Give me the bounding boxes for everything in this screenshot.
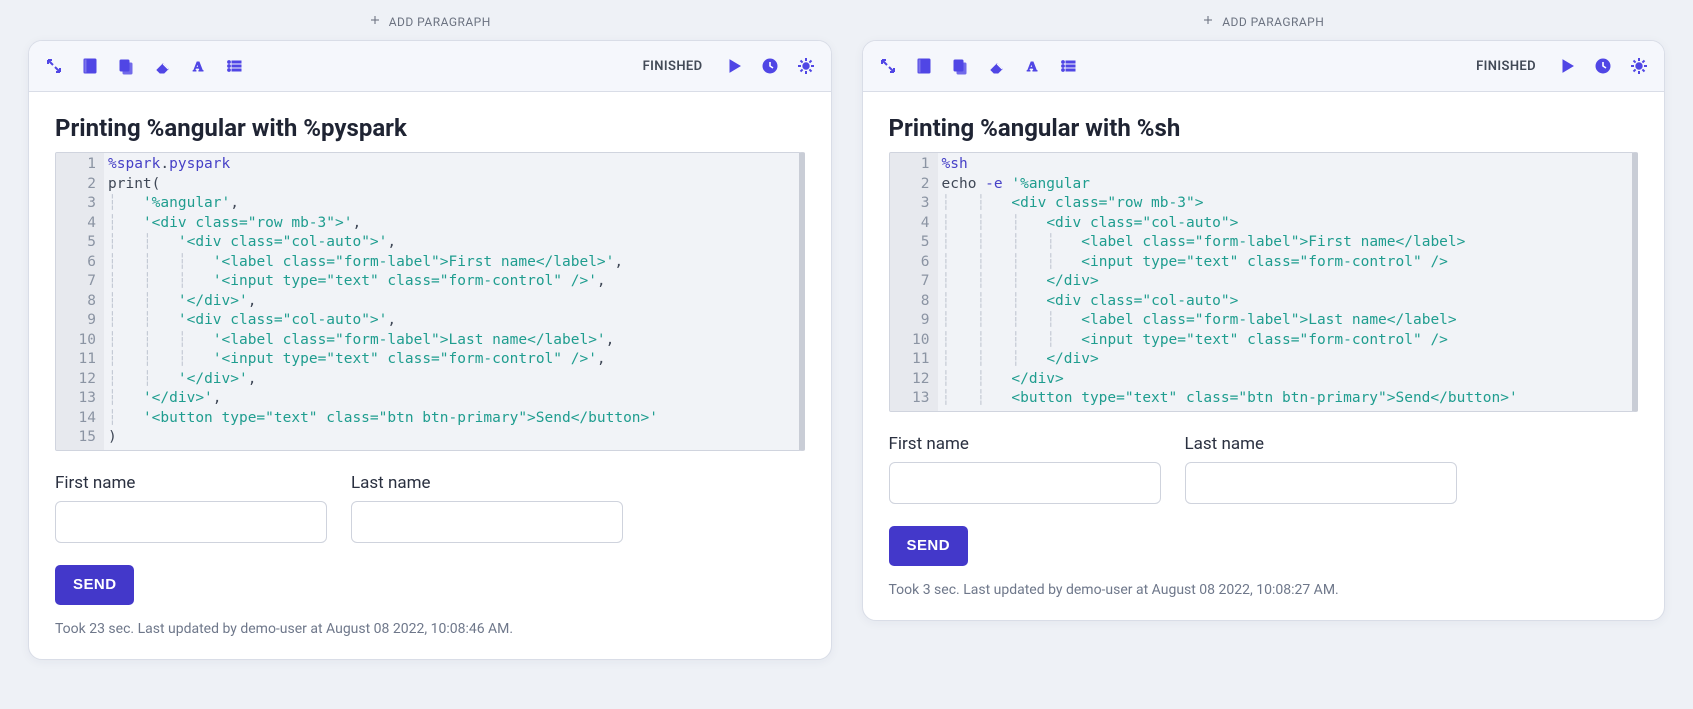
paragraph-body: Printing %angular with %pyspark 12345678…	[29, 92, 831, 659]
form-group-first: First name	[55, 473, 327, 543]
copy-icon[interactable]	[951, 57, 969, 75]
book-icon[interactable]	[915, 57, 933, 75]
right-toolbar: FINISHED	[1476, 57, 1648, 75]
paragraph-card: FINISHED Printing %angular with %sh 1234…	[862, 40, 1666, 621]
paragraph-title: Printing %angular with %sh	[889, 114, 1639, 142]
gear-icon[interactable]	[1630, 57, 1648, 75]
font-icon[interactable]	[1023, 57, 1041, 75]
left-toolbar	[45, 57, 243, 75]
eraser-icon[interactable]	[987, 57, 1005, 75]
book-icon[interactable]	[81, 57, 99, 75]
last-name-input[interactable]	[351, 501, 623, 543]
code-editor[interactable]: 12345678910111213 %shecho -e '%angular┆ …	[889, 152, 1639, 412]
output-form: First name Last name	[55, 473, 805, 543]
clock-icon[interactable]	[1594, 57, 1612, 75]
send-button[interactable]: SEND	[55, 565, 134, 605]
paragraph-column: ADD PARAGRAPH FINISHED	[862, 8, 1666, 660]
paragraph-toolbar: FINISHED	[29, 41, 831, 92]
execution-footer: Took 3 sec. Last updated by demo-user at…	[889, 582, 1639, 598]
add-paragraph-button[interactable]: ADD PARAGRAPH	[28, 8, 832, 40]
last-name-label: Last name	[351, 473, 623, 493]
add-paragraph-label: ADD PARAGRAPH	[389, 15, 491, 29]
paragraph-body: Printing %angular with %sh 1234567891011…	[863, 92, 1665, 620]
left-toolbar	[879, 57, 1077, 75]
clock-icon[interactable]	[761, 57, 779, 75]
collapse-icon[interactable]	[45, 57, 63, 75]
font-icon[interactable]	[189, 57, 207, 75]
last-name-input[interactable]	[1185, 462, 1457, 504]
execution-footer: Took 23 sec. Last updated by demo-user a…	[55, 621, 805, 637]
collapse-icon[interactable]	[879, 57, 897, 75]
send-button[interactable]: SEND	[889, 526, 968, 566]
line-gutter: 123456789101112131415	[56, 153, 104, 450]
form-group-last: Last name	[351, 473, 623, 543]
code-editor[interactable]: 123456789101112131415 %spark.pysparkprin…	[55, 152, 805, 451]
last-name-label: Last name	[1185, 434, 1457, 454]
first-name-input[interactable]	[55, 501, 327, 543]
paragraph-card: FINISHED Printing %angular with %pyspark…	[28, 40, 832, 660]
code-area[interactable]: %spark.pysparkprint(┆ '%angular',┆ '<div…	[104, 153, 799, 450]
list-icon[interactable]	[225, 57, 243, 75]
form-group-last: Last name	[1185, 434, 1457, 504]
list-icon[interactable]	[1059, 57, 1077, 75]
status-text: FINISHED	[643, 59, 703, 74]
copy-icon[interactable]	[117, 57, 135, 75]
add-paragraph-button[interactable]: ADD PARAGRAPH	[862, 8, 1666, 40]
paragraph-title: Printing %angular with %pyspark	[55, 114, 805, 142]
plus-icon	[369, 14, 381, 30]
paragraph-column: ADD PARAGRAPH FINISHED	[28, 8, 832, 660]
output-form: First name Last name	[889, 434, 1639, 504]
plus-icon	[1202, 14, 1214, 30]
first-name-label: First name	[55, 473, 327, 493]
add-paragraph-label: ADD PARAGRAPH	[1222, 15, 1324, 29]
code-area[interactable]: %shecho -e '%angular┆ ┆ <div class="row …	[938, 153, 1633, 411]
eraser-icon[interactable]	[153, 57, 171, 75]
play-icon[interactable]	[725, 57, 743, 75]
paragraph-toolbar: FINISHED	[863, 41, 1665, 92]
line-gutter: 12345678910111213	[890, 153, 938, 411]
first-name-label: First name	[889, 434, 1161, 454]
first-name-input[interactable]	[889, 462, 1161, 504]
gear-icon[interactable]	[797, 57, 815, 75]
right-toolbar: FINISHED	[643, 57, 815, 75]
notebook-page: ADD PARAGRAPH FINISHED	[0, 0, 1693, 700]
play-icon[interactable]	[1558, 57, 1576, 75]
status-text: FINISHED	[1476, 59, 1536, 74]
form-group-first: First name	[889, 434, 1161, 504]
